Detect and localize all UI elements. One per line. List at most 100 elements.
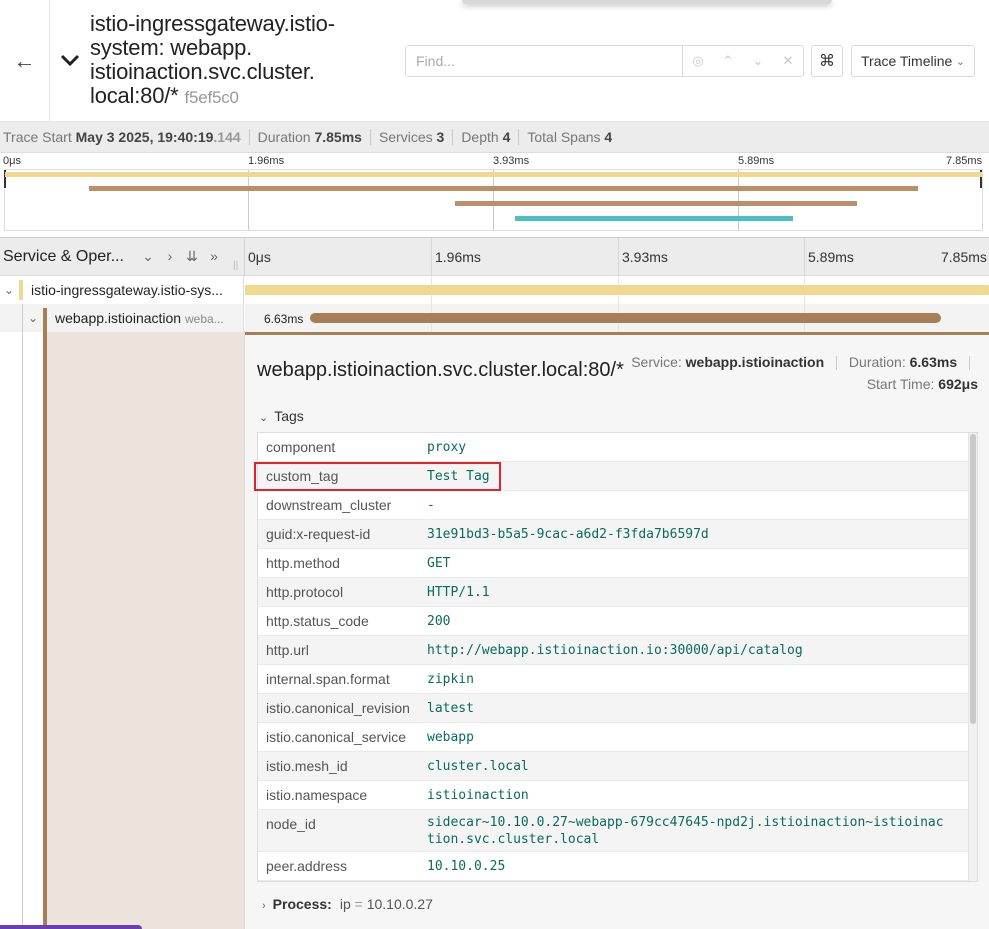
total-spans-value: 4: [604, 129, 613, 145]
timeline-tick: 7.85ms: [941, 249, 987, 265]
tag-row[interactable]: internal.span.format zipkin: [258, 665, 969, 694]
span-bar[interactable]: [245, 285, 989, 295]
chevron-down-icon[interactable]: ⌄: [743, 46, 773, 76]
span-name-cell[interactable]: ⌄ webapp.istioinaction weba...: [0, 304, 244, 332]
trace-start-ms: .144: [213, 129, 241, 145]
tag-key: istio.canonical_revision: [266, 700, 410, 716]
service-color-mark: [19, 280, 23, 300]
back-button[interactable]: ←: [0, 0, 50, 122]
span-operation-text: weba...: [184, 312, 224, 326]
tag-row[interactable]: istio.canonical_revision latest: [258, 694, 969, 723]
chevron-down-icon[interactable]: [58, 48, 82, 72]
scrollbar-thumb[interactable]: [970, 434, 976, 724]
tag-key: component: [266, 439, 336, 455]
span-tree-indent: [0, 332, 245, 929]
minimap-span-bar: [89, 186, 918, 191]
timeline-gridline: [618, 238, 619, 276]
tag-row[interactable]: istio.mesh_id cluster.local: [258, 752, 969, 781]
tag-key: http.url: [266, 642, 309, 658]
meta-separator: [836, 356, 838, 371]
process-equals: =: [354, 896, 363, 912]
trace-start-label: Trace Start: [3, 129, 72, 145]
process-toggle[interactable]: › Process: ip = 10.10.0.27: [262, 896, 433, 912]
span-name-cell[interactable]: ⌄ istio-ingressgateway.istio-sys...: [0, 276, 244, 304]
minimap-gridline: [493, 170, 494, 230]
timeline-tick: 0μs: [248, 249, 271, 265]
span-service-text: webapp.istioinaction: [55, 310, 182, 326]
span-timeline[interactable]: [245, 276, 989, 304]
tag-row[interactable]: istio.canonical_service webapp: [258, 723, 969, 752]
tag-value: istioinaction: [427, 788, 529, 803]
span-duration-label: 6.63ms: [264, 312, 304, 326]
find-input[interactable]: [406, 46, 683, 76]
minimap-span-bar: [5, 172, 982, 177]
tag-row[interactable]: guid:x-request-id 31e91bd3-b5a5-9cac-a6d2…: [258, 520, 969, 549]
tag-value: 10.10.0.25: [427, 859, 506, 874]
tag-row[interactable]: peer.address 10.10.0.25: [258, 852, 969, 881]
span-service-name: istio-ingressgateway.istio-sys...: [31, 282, 223, 298]
process-key: ip: [339, 896, 351, 912]
tags-scrollbar[interactable]: [968, 433, 977, 881]
service-value: webapp.istioinaction: [685, 354, 825, 370]
process-value: 10.10.0.27: [366, 896, 433, 912]
tag-row[interactable]: node_id sidecar~10.10.0.27~webapp-679cc47…: [258, 810, 969, 852]
minimap-tick: 3.93ms: [493, 155, 530, 167]
tag-row[interactable]: custom_tag Test Tag: [258, 462, 969, 491]
span-detail-meta: Service: webapp.istioinaction Duration: …: [631, 351, 978, 395]
start-time-label: Start Time:: [866, 376, 935, 392]
tag-value: -: [427, 498, 435, 513]
depth: Depth 4: [461, 129, 520, 145]
tag-row[interactable]: component proxy: [258, 433, 969, 462]
minimap-gridline: [738, 170, 739, 230]
minimap-span-bar: [515, 216, 793, 221]
trace-id: f5ef5c0: [184, 88, 239, 107]
tag-row[interactable]: http.protocol HTTP/1.1: [258, 578, 969, 607]
tags-table: component proxy custom_tag Test Tag downst…: [257, 432, 978, 882]
chevron-up-icon[interactable]: ⌃: [713, 46, 743, 76]
double-chevron-right-icon[interactable]: »: [205, 246, 223, 266]
tag-key: http.method: [266, 555, 340, 571]
chevron-down-icon[interactable]: ⌄: [28, 311, 38, 325]
keyboard-shortcuts-button[interactable]: ⌘: [811, 45, 843, 77]
tag-key: custom_tag: [266, 468, 339, 484]
tag-value: 31e91bd3-b5a5-9cac-a6d2-f3fda7b6597d: [427, 527, 709, 542]
services: Services 3: [379, 129, 454, 145]
tag-row[interactable]: http.url http://webapp.istioinaction.io:3…: [258, 636, 969, 665]
view-select[interactable]: Trace Timeline ⌄: [851, 45, 975, 77]
duration-label: Duration: [257, 129, 311, 145]
chevron-down-icon[interactable]: ⌄: [4, 283, 14, 297]
span-row[interactable]: ⌄ istio-ingressgateway.istio-sys...: [0, 276, 989, 304]
timeline-tick: 1.96ms: [435, 249, 481, 265]
trace-minimap[interactable]: 0μs 1.96ms 3.93ms 5.89ms 7.85ms: [0, 153, 989, 238]
chevron-right-icon[interactable]: ›: [161, 246, 179, 266]
span-row-selected[interactable]: ⌄ webapp.istioinaction weba... 6.63ms: [0, 304, 989, 332]
service-color-mark: [43, 308, 47, 332]
double-chevron-down-icon[interactable]: ⇊: [183, 246, 201, 266]
duration: Duration 7.85ms: [258, 129, 371, 145]
tag-key: http.protocol: [266, 584, 344, 600]
tags-toggle[interactable]: ⌄ Tags: [259, 408, 304, 424]
tag-value: Test Tag: [427, 469, 490, 484]
close-icon[interactable]: ✕: [773, 46, 803, 76]
trace-header: ← istio-ingressgateway.istio-system: web…: [0, 0, 989, 122]
tree-guide-line: [22, 304, 23, 332]
tag-value: zipkin: [427, 672, 474, 687]
span-timeline[interactable]: 6.63ms: [245, 304, 989, 332]
tag-row[interactable]: downstream_cluster -: [258, 491, 969, 520]
trace-start: Trace Start May 3 2025, 19:40:19.144: [3, 129, 250, 145]
timeline-tick: 3.93ms: [622, 249, 668, 265]
tag-row[interactable]: istio.namespace istioinaction: [258, 781, 969, 810]
span-detail-title: webapp.istioinaction.svc.cluster.local:8…: [257, 359, 624, 381]
locate-icon[interactable]: ◎: [683, 46, 713, 76]
column-resizer[interactable]: ||: [233, 260, 238, 271]
chevron-down-icon[interactable]: ⌄: [139, 246, 157, 266]
tag-value: webapp: [427, 730, 474, 745]
tag-row[interactable]: http.status_code 200: [258, 607, 969, 636]
detail-indent-panel: [47, 332, 244, 929]
minimap-canvas[interactable]: [4, 169, 983, 231]
tag-key: istio.mesh_id: [266, 758, 348, 774]
tag-row[interactable]: http.method GET: [258, 549, 969, 578]
tag-key: istio.canonical_service: [266, 729, 407, 745]
span-bar[interactable]: [310, 313, 941, 323]
timeline-gridline: [431, 238, 432, 276]
